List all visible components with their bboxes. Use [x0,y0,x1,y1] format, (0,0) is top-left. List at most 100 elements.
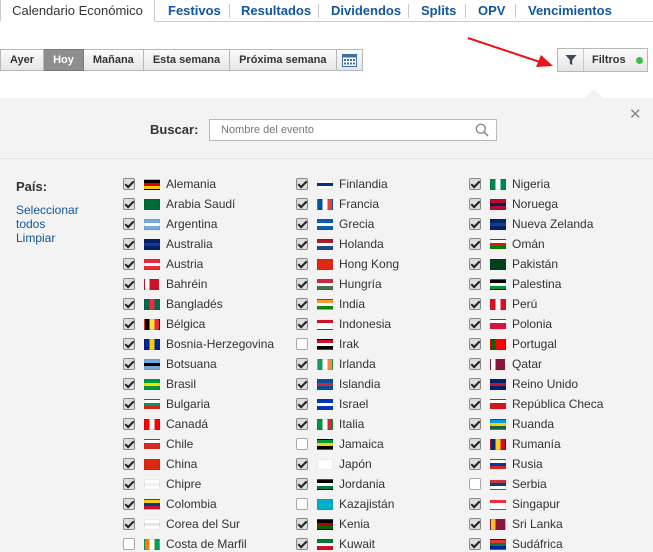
country-item[interactable]: Bahréin [123,274,207,294]
country-checkbox[interactable] [123,418,135,430]
country-checkbox[interactable] [123,278,135,290]
country-checkbox[interactable] [296,378,308,390]
country-checkbox[interactable] [296,198,308,210]
country-item[interactable]: Brasil [123,374,196,394]
country-item[interactable]: Polonia [469,314,552,334]
country-item[interactable]: Sri Lanka [469,514,563,534]
country-item[interactable]: Israel [296,394,368,414]
country-checkbox[interactable] [469,338,481,350]
country-item[interactable]: Finlandia [296,174,388,194]
country-item[interactable]: India [296,294,365,314]
country-checkbox[interactable] [123,478,135,490]
country-checkbox[interactable] [296,178,308,190]
country-checkbox[interactable] [123,218,135,230]
country-item[interactable]: Bangladés [123,294,223,314]
country-checkbox[interactable] [123,518,135,530]
country-checkbox[interactable] [296,518,308,530]
country-checkbox[interactable] [296,458,308,470]
filters-button[interactable]: Filtros [557,48,648,72]
country-checkbox[interactable] [469,458,481,470]
country-checkbox[interactable] [296,498,308,510]
country-checkbox[interactable] [469,218,481,230]
clear-link[interactable]: Limpiar [16,231,55,245]
country-item[interactable]: Ruanda [469,414,554,434]
country-item[interactable]: Canadá [123,414,208,434]
country-item[interactable]: Grecia [296,214,374,234]
country-checkbox[interactable] [123,298,135,310]
country-checkbox[interactable] [469,318,481,330]
country-item[interactable]: China [123,454,197,474]
country-item[interactable]: Irlanda [296,354,376,374]
country-item[interactable]: Bélgica [123,314,205,334]
country-item[interactable]: Botsuana [123,354,217,374]
country-checkbox[interactable] [296,398,308,410]
country-item[interactable]: Arabia Saudí [123,194,235,214]
country-checkbox[interactable] [123,538,135,550]
close-icon[interactable]: ✕ [629,105,642,123]
country-item[interactable]: Costa de Marfil [123,534,247,552]
country-item[interactable]: Islandia [296,374,380,394]
country-checkbox[interactable] [469,538,481,550]
country-checkbox[interactable] [123,458,135,470]
country-checkbox[interactable] [296,478,308,490]
search-input[interactable] [210,120,460,140]
country-checkbox[interactable] [296,538,308,550]
country-item[interactable]: Nigeria [469,174,550,194]
country-checkbox[interactable] [123,238,135,250]
country-item[interactable]: Francia [296,194,379,214]
country-checkbox[interactable] [123,258,135,270]
country-item[interactable]: Austria [123,254,203,274]
country-checkbox[interactable] [469,478,481,490]
country-item[interactable]: República Checa [469,394,603,414]
country-checkbox[interactable] [469,518,481,530]
select-all-link[interactable]: Seleccionar todos [16,203,86,231]
country-item[interactable]: Bosnia-Herzegovina [123,334,274,354]
country-item[interactable]: Palestina [469,274,561,294]
country-checkbox[interactable] [296,438,308,450]
country-checkbox[interactable] [296,298,308,310]
country-checkbox[interactable] [469,378,481,390]
country-item[interactable]: Argentina [123,214,217,234]
country-item[interactable]: Chile [123,434,193,454]
country-checkbox[interactable] [469,298,481,310]
country-item[interactable]: Noruega [469,194,558,214]
country-item[interactable]: Japón [296,454,372,474]
country-checkbox[interactable] [469,398,481,410]
country-checkbox[interactable] [469,278,481,290]
country-item[interactable]: Hong Kong [296,254,399,274]
country-checkbox[interactable] [469,438,481,450]
country-item[interactable]: Serbia [469,474,547,494]
country-checkbox[interactable] [296,258,308,270]
country-checkbox[interactable] [296,218,308,230]
country-checkbox[interactable] [296,278,308,290]
country-item[interactable]: Kenia [296,514,370,534]
country-checkbox[interactable] [123,178,135,190]
country-checkbox[interactable] [123,338,135,350]
country-checkbox[interactable] [469,238,481,250]
country-item[interactable]: Singapur [469,494,560,514]
country-checkbox[interactable] [123,318,135,330]
country-item[interactable]: Colombia [123,494,217,514]
country-checkbox[interactable] [296,318,308,330]
country-checkbox[interactable] [296,358,308,370]
country-item[interactable]: Pakistán [469,254,558,274]
country-item[interactable]: Irak [296,334,359,354]
country-item[interactable]: Jordania [296,474,385,494]
search-icon[interactable] [475,123,489,140]
country-item[interactable]: Sudáfrica [469,534,563,552]
country-checkbox[interactable] [469,258,481,270]
country-checkbox[interactable] [123,198,135,210]
country-item[interactable]: Nueva Zelanda [469,214,593,234]
country-item[interactable]: Holanda [296,234,384,254]
country-item[interactable]: Kazajistán [296,494,394,514]
country-item[interactable]: Jamaica [296,434,384,454]
country-checkbox[interactable] [469,358,481,370]
country-checkbox[interactable] [123,498,135,510]
country-checkbox[interactable] [123,398,135,410]
country-checkbox[interactable] [296,238,308,250]
country-checkbox[interactable] [123,378,135,390]
country-item[interactable]: Rusia [469,454,543,474]
country-item[interactable]: Rumanía [469,434,561,454]
country-item[interactable]: Portugal [469,334,557,354]
country-checkbox[interactable] [469,498,481,510]
